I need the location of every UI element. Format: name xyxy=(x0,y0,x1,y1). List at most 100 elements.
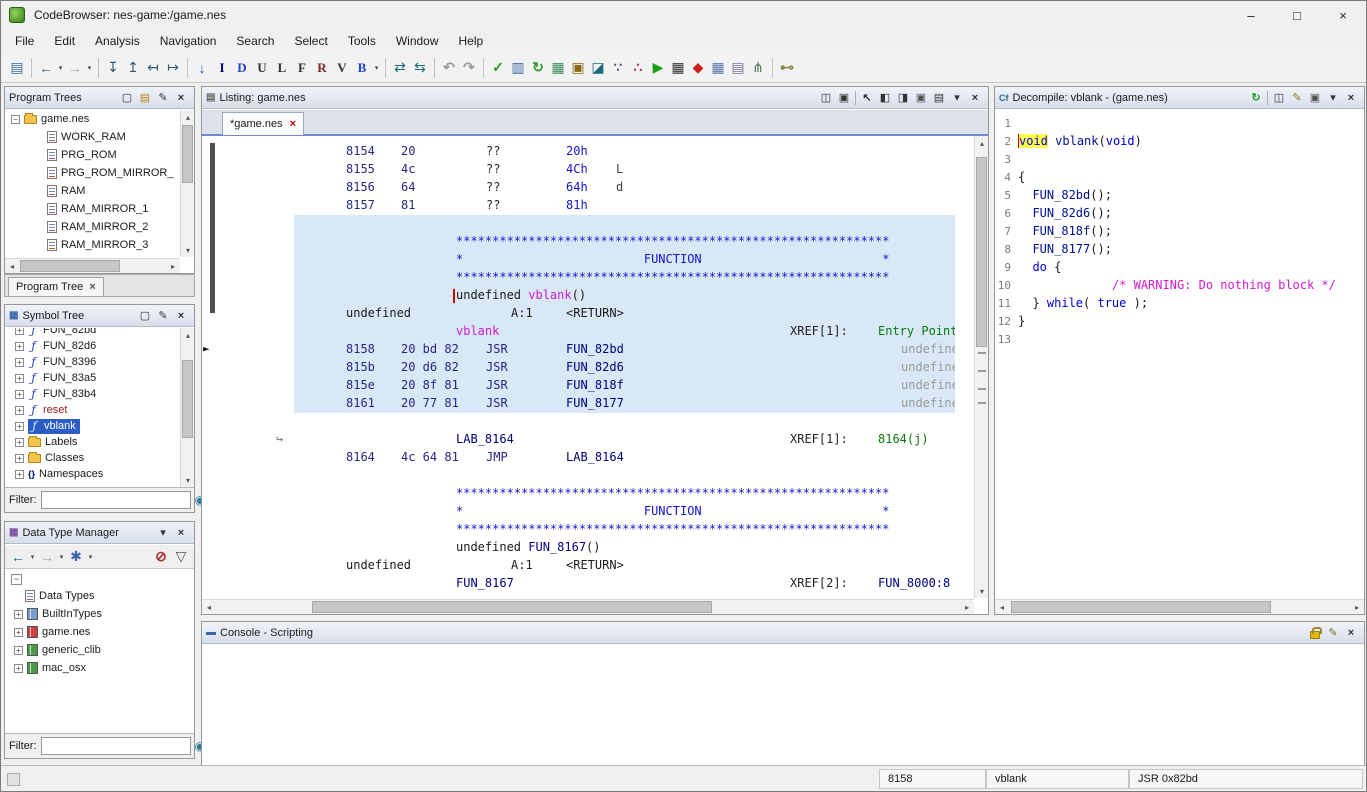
menu-help[interactable]: Help xyxy=(449,31,494,51)
symbol-fun_82d6[interactable]: +ƒFUN_82d6 xyxy=(5,338,180,354)
console-output[interactable] xyxy=(202,645,1364,765)
jump-out-icon[interactable]: ⇆ xyxy=(410,56,430,80)
symbol-fun_8396[interactable]: +ƒFUN_8396 xyxy=(5,354,180,370)
next-range-icon[interactable]: ↦ xyxy=(163,56,183,80)
dtm-back-icon[interactable]: ← xyxy=(8,545,28,569)
jump-in-icon[interactable]: ⇄ xyxy=(390,56,410,80)
decompile-line[interactable]: 8 FUN_8177(); xyxy=(995,242,1364,260)
call-tree-icon[interactable]: ∵ xyxy=(608,56,628,80)
listing-row[interactable]: 815781??81h xyxy=(202,197,974,215)
nav-instruction-icon[interactable]: I xyxy=(212,56,232,80)
expand-icon[interactable]: + xyxy=(15,358,24,367)
listing-row[interactable]: 815e20 8f 81JSRFUN_818fundefined xyxy=(202,377,974,395)
undo-icon[interactable]: ↶ xyxy=(439,56,459,80)
listing-row[interactable]: 816120 77 81JSRFUN_8177undefined xyxy=(202,395,974,413)
scroll-right-icon[interactable]: ▸ xyxy=(1350,600,1364,614)
listing-row[interactable]: * FUNCTION * xyxy=(202,503,974,521)
expand-icon[interactable]: + xyxy=(15,438,24,447)
dtm-assoc-icon-dropdown[interactable]: ▾ xyxy=(86,553,95,561)
tree-item-data-types[interactable]: Data Types xyxy=(5,587,194,605)
tree-item-mac_osx[interactable]: +mac_osx xyxy=(5,659,194,677)
nav-data-icon[interactable]: D xyxy=(232,56,252,80)
byte-viewer-icon[interactable]: ▥ xyxy=(508,56,528,80)
symbol-fun_82bd[interactable]: +ƒFUN_82bd xyxy=(5,328,180,338)
tree-item-prg_rom_mirror_[interactable]: PRG_ROM_MIRROR_ xyxy=(5,164,180,182)
table-icon[interactable]: ▦ xyxy=(708,56,728,80)
tab-program-tree[interactable]: Program Tree × xyxy=(8,277,104,296)
edit-icon[interactable]: ✎ xyxy=(154,307,172,325)
tab-game-nes[interactable]: *game.nes × xyxy=(222,112,304,135)
menu-file[interactable]: File xyxy=(5,31,44,51)
symbol-tree-vertical-scrollbar[interactable]: ▴ ▾ xyxy=(180,328,194,487)
symbol-vblank[interactable]: +ƒvblank xyxy=(5,418,180,434)
snapshot-icon[interactable]: ▣ xyxy=(1306,89,1324,107)
tree-item-ram_mirror_3[interactable]: RAM_MIRROR_3 xyxy=(5,236,180,254)
menu-navigation[interactable]: Navigation xyxy=(150,31,227,51)
save-table-icon[interactable]: ▤ xyxy=(728,56,748,80)
lock-icon[interactable] xyxy=(1306,624,1324,642)
snapshot-icon[interactable]: ▣ xyxy=(912,89,930,107)
listing-row[interactable] xyxy=(202,467,974,485)
listing-row[interactable] xyxy=(202,413,974,431)
dtm-assoc-icon[interactable]: ✱ xyxy=(66,545,86,569)
scroll-down-icon[interactable]: ▾ xyxy=(181,243,195,257)
listing-row[interactable]: 81644c 64 81JMPLAB_8164 xyxy=(202,449,974,467)
cursor-icon[interactable]: ↖ xyxy=(858,89,876,107)
nav-bookmark-icon-dropdown[interactable]: ▾ xyxy=(372,64,381,72)
symbol-fun_83a5[interactable]: +ƒFUN_83a5 xyxy=(5,370,180,386)
decompile-line[interactable]: 6 FUN_82d6(); xyxy=(995,206,1364,224)
run-script-icon[interactable]: ▶ xyxy=(648,56,668,80)
memory-map-icon[interactable]: ▦ xyxy=(668,56,688,80)
listing-row[interactable]: ****************************************… xyxy=(202,269,974,287)
clear-code-icon[interactable]: ↧ xyxy=(103,56,123,80)
data-table-icon[interactable]: ▦ xyxy=(548,56,568,80)
expand-icon[interactable]: + xyxy=(15,454,24,463)
edit-icon[interactable]: ✎ xyxy=(154,89,172,107)
expand-icon[interactable]: + xyxy=(14,664,23,673)
menu-caret-icon[interactable]: ▾ xyxy=(948,89,966,107)
data-type-filter-input[interactable] xyxy=(41,737,191,755)
tree-item-game.nes[interactable]: +game.nes xyxy=(5,623,194,641)
edit-icon[interactable]: ✎ xyxy=(1288,89,1306,107)
expand-icon[interactable]: + xyxy=(15,470,24,479)
symbol-namespaces[interactable]: +{}Namespaces xyxy=(5,466,180,482)
listing-vertical-scrollbar[interactable]: ▴ ▾ xyxy=(974,136,988,598)
collapse-icon[interactable]: − xyxy=(11,115,20,124)
symbol-tree-filter-input[interactable] xyxy=(41,491,191,509)
forward-icon[interactable]: → xyxy=(65,56,85,80)
back-icon[interactable]: ← xyxy=(36,56,56,80)
paste-icon[interactable]: ▣ xyxy=(835,89,853,107)
nav-variable-icon[interactable]: V xyxy=(332,56,352,80)
decompiler-icon[interactable]: ◪ xyxy=(588,56,608,80)
share-icon[interactable]: ⋔ xyxy=(748,56,768,80)
listing-row[interactable]: undefined FUN_8167() xyxy=(202,539,974,557)
tree-item-ram_mirror_2[interactable]: RAM_MIRROR_2 xyxy=(5,218,180,236)
listing-row[interactable] xyxy=(202,215,974,233)
decompile-line[interactable]: 9 do { xyxy=(995,260,1364,278)
close-icon[interactable]: × xyxy=(172,307,190,325)
decompile-line[interactable]: 13 xyxy=(995,332,1364,350)
menu-window[interactable]: Window xyxy=(386,31,449,51)
dtm-forward-icon[interactable]: → xyxy=(37,545,57,569)
listing-row[interactable]: undefinedA:1<RETURN> xyxy=(202,557,974,575)
disassemble-icon[interactable]: ↓ xyxy=(192,56,212,80)
copy-icon[interactable]: ◫ xyxy=(1270,89,1288,107)
close-icon[interactable]: × xyxy=(172,524,190,542)
tree-item-game-nes[interactable]: −game.nes xyxy=(5,110,180,128)
expand-icon[interactable]: + xyxy=(14,628,23,637)
minimize-button[interactable]: – xyxy=(1228,1,1274,29)
collapse-all-button[interactable]: − xyxy=(11,574,22,585)
tab-close-icon[interactable]: × xyxy=(89,281,95,293)
scroll-right-icon[interactable]: ▸ xyxy=(166,259,180,273)
forward-icon-dropdown[interactable]: ▾ xyxy=(85,64,94,72)
tree-item-builtintypes[interactable]: +BuiltInTypes xyxy=(5,605,194,623)
program-trees-horizontal-scrollbar[interactable]: ◂ ▸ xyxy=(5,258,180,273)
listing-row[interactable]: 815420??20h xyxy=(202,143,974,161)
expand-icon[interactable]: + xyxy=(15,422,24,431)
symbol-classes[interactable]: +Classes xyxy=(5,450,180,466)
decompile-line[interactable]: 12} xyxy=(995,314,1364,332)
diff-apply-icon[interactable]: ◨ xyxy=(894,89,912,107)
listing-row[interactable]: undefinedA:1<RETURN> xyxy=(202,305,974,323)
expand-icon[interactable]: + xyxy=(15,406,24,415)
tree-item-work_ram[interactable]: WORK_RAM xyxy=(5,128,180,146)
